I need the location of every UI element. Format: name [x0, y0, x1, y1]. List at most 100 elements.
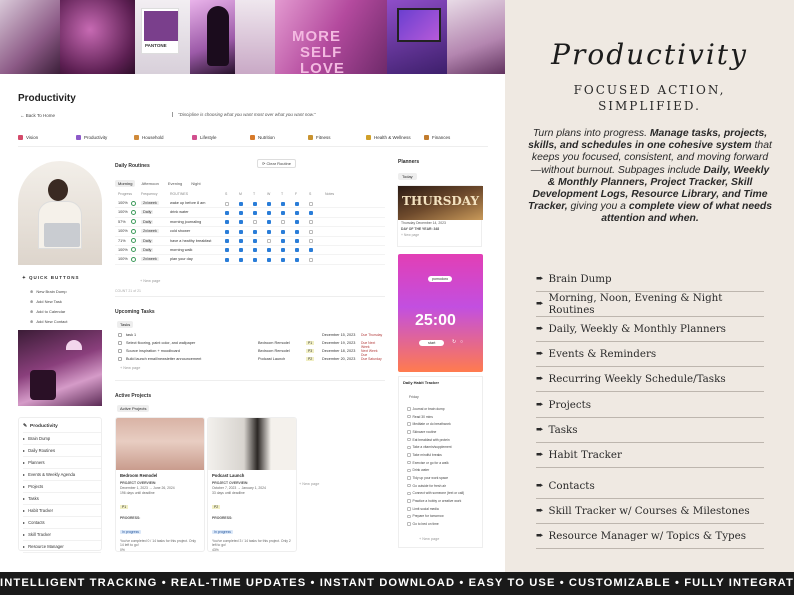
- tab-active-projects[interactable]: Active Projects: [117, 405, 150, 412]
- task-project[interactable]: Podcast Launch: [258, 357, 285, 361]
- quick-button[interactable]: ⊕ Add to Calendar: [30, 306, 102, 316]
- day-checkbox[interactable]: [225, 210, 229, 215]
- habit-checkbox[interactable]: [407, 407, 411, 411]
- tab-afternoon[interactable]: Afternoon: [138, 180, 161, 187]
- tab-tasks[interactable]: Tasks: [117, 321, 134, 328]
- day-checkbox[interactable]: [267, 220, 271, 225]
- day-checkbox[interactable]: [281, 201, 285, 206]
- habit-checkbox[interactable]: [407, 453, 411, 457]
- sidebar-item-daily-routines[interactable]: ▸ Daily Routines: [23, 445, 101, 457]
- new-page-button[interactable]: + New page: [140, 279, 160, 283]
- reset-icon[interactable]: ↻: [452, 339, 456, 345]
- quick-button[interactable]: ⊕ Add New Task: [30, 296, 102, 306]
- sidebar-item-resource-manager[interactable]: ▸ Resource Manager: [23, 541, 101, 553]
- day-checkbox[interactable]: [281, 220, 285, 225]
- sidebar-item-habit-tracker[interactable]: ▸ Habit Tracker: [23, 505, 101, 517]
- nav-item-productivity[interactable]: Productivity: [76, 133, 134, 141]
- day-checkbox[interactable]: [295, 248, 299, 253]
- day-checkbox[interactable]: [281, 229, 285, 234]
- task-checkbox[interactable]: [118, 333, 122, 337]
- habit-item[interactable]: Limit social media: [407, 505, 481, 513]
- day-checkbox[interactable]: [281, 257, 285, 262]
- habit-checkbox[interactable]: [407, 476, 411, 480]
- task-project[interactable]: Bedroom Remodel: [258, 341, 290, 345]
- clear-routine-button[interactable]: ⟳ Clear Routine: [257, 159, 296, 168]
- sidebar-item-brain-dump[interactable]: ▸ Brain Dump: [23, 433, 101, 445]
- day-planner-card[interactable]: THURSDAY Thursday December 14, 2023 DAY …: [397, 185, 483, 247]
- day-checkbox[interactable]: [309, 201, 313, 206]
- nav-item-health-wellness[interactable]: Health & Wellness: [366, 133, 424, 141]
- habit-item[interactable]: Exercise or go for a walk: [407, 459, 481, 467]
- day-checkbox[interactable]: [295, 239, 299, 244]
- tab-morning[interactable]: Morning: [115, 180, 136, 187]
- day-checkbox[interactable]: [267, 201, 271, 206]
- day-checkbox[interactable]: [267, 239, 271, 244]
- habit-checkbox[interactable]: [407, 422, 411, 426]
- habit-item[interactable]: Tidy up your work space: [407, 474, 481, 482]
- habit-item[interactable]: Prepare for tomorrow: [407, 513, 481, 521]
- task-project[interactable]: Bedroom Remodel: [258, 349, 290, 353]
- task-checkbox[interactable]: [118, 349, 122, 353]
- settings-icon[interactable]: ○: [460, 339, 463, 345]
- day-checkbox[interactable]: [225, 239, 229, 244]
- habit-item[interactable]: Practice a hobby or creative work: [407, 497, 481, 505]
- habit-item[interactable]: Read 30 mins: [407, 413, 481, 421]
- day-checkbox[interactable]: [309, 257, 313, 262]
- habit-item[interactable]: Drink water: [407, 467, 481, 475]
- task-checkbox[interactable]: [118, 341, 122, 345]
- day-checkbox[interactable]: [309, 229, 313, 234]
- day-checkbox[interactable]: [239, 248, 243, 253]
- habit-checkbox[interactable]: [407, 414, 411, 419]
- habit-checkbox[interactable]: [407, 507, 411, 511]
- day-checkbox[interactable]: [295, 201, 299, 206]
- habit-checkbox[interactable]: [407, 445, 411, 450]
- quick-button[interactable]: ⊕ New Brain Dump: [30, 286, 102, 296]
- day-checkbox[interactable]: [239, 201, 243, 206]
- tab-night[interactable]: Night: [188, 180, 203, 187]
- day-checkbox[interactable]: [253, 201, 257, 206]
- sidebar-item-events-weekly-agenda[interactable]: ▸ Events & Weekly Agenda: [23, 469, 101, 481]
- day-checkbox[interactable]: [225, 201, 229, 206]
- sidebar-item-planners[interactable]: ▸ Planners: [23, 457, 101, 469]
- habit-item[interactable]: Eat breakfast with protein: [407, 436, 481, 444]
- habit-checkbox[interactable]: [407, 483, 411, 488]
- day-checkbox[interactable]: [239, 210, 243, 215]
- day-checkbox[interactable]: [295, 220, 299, 225]
- habit-item[interactable]: Connect with someone (text or call): [407, 490, 481, 498]
- day-checkbox[interactable]: [267, 210, 271, 215]
- day-checkbox[interactable]: [225, 229, 229, 234]
- tab-evening[interactable]: Evening: [165, 180, 185, 187]
- project-card[interactable]: Bedroom Remodel PROJECT OVERVIEW: Decemb…: [115, 417, 205, 552]
- day-checkbox[interactable]: [309, 248, 313, 253]
- habit-item[interactable]: Skincare routine: [407, 428, 481, 436]
- sidebar-item-contacts[interactable]: ▸ Contacts: [23, 517, 101, 529]
- habit-item[interactable]: Take mindful breaks: [407, 451, 481, 459]
- new-page-button[interactable]: + New page: [299, 482, 319, 486]
- habit-item[interactable]: Go to bed on time: [407, 520, 481, 528]
- day-checkbox[interactable]: [295, 229, 299, 234]
- habit-checkbox[interactable]: [407, 514, 411, 519]
- day-checkbox[interactable]: [267, 229, 271, 234]
- day-checkbox[interactable]: [295, 210, 299, 215]
- day-checkbox[interactable]: [239, 229, 243, 234]
- nav-item-vision[interactable]: Vision: [18, 133, 76, 141]
- habit-checkbox[interactable]: [407, 437, 411, 442]
- day-checkbox[interactable]: [225, 257, 229, 262]
- new-page-button[interactable]: + New page: [120, 366, 140, 370]
- day-checkbox[interactable]: [295, 257, 299, 262]
- habit-checkbox[interactable]: [407, 499, 411, 503]
- day-checkbox[interactable]: [239, 220, 243, 225]
- habit-item[interactable]: Go outside for fresh air: [407, 482, 481, 490]
- habit-checkbox[interactable]: [407, 491, 411, 496]
- quick-button[interactable]: ⊕ Add New Contact: [30, 316, 102, 326]
- day-checkbox[interactable]: [281, 248, 285, 253]
- day-checkbox[interactable]: [281, 210, 285, 215]
- day-checkbox[interactable]: [225, 220, 229, 225]
- back-to-home-link[interactable]: ← Back To Home: [20, 113, 55, 118]
- day-checkbox[interactable]: [309, 239, 313, 244]
- timer-mode-pill[interactable]: pomodoro: [428, 276, 453, 282]
- nav-item-fitness[interactable]: Fitness: [308, 133, 366, 141]
- day-checkbox[interactable]: [239, 257, 243, 262]
- sidebar-item-projects[interactable]: ▸ Projects: [23, 481, 101, 493]
- habit-checkbox[interactable]: [407, 522, 411, 526]
